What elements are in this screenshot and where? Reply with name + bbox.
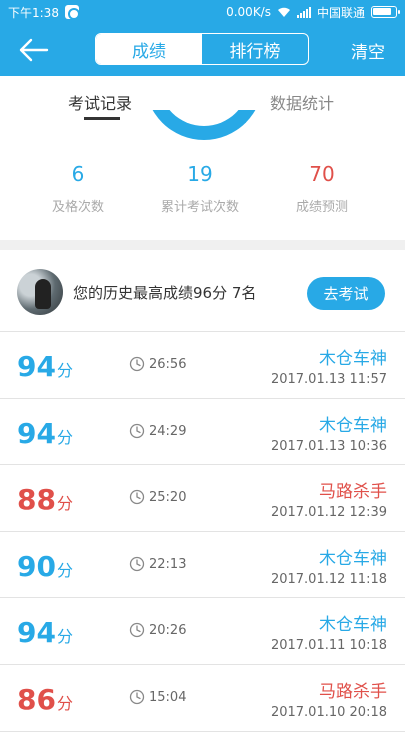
avatar bbox=[17, 269, 63, 315]
clock-icon bbox=[129, 556, 145, 571]
signal-icon bbox=[296, 6, 311, 18]
stat-label: 成绩预测 bbox=[295, 200, 348, 215]
stat-score-prediction: 70 成绩预测 bbox=[262, 162, 382, 215]
status-bar: 下午1:38 0.00K/s 中国联通 bbox=[0, 0, 405, 24]
carrier-name: 中国联通 bbox=[316, 5, 365, 20]
network-speed: 0.00K/s bbox=[226, 5, 271, 19]
record-score: 86分 bbox=[17, 683, 73, 716]
record-duration: 22:13 bbox=[149, 556, 187, 572]
back-arrow-icon[interactable] bbox=[18, 36, 50, 64]
stat-value: 19 bbox=[187, 162, 213, 186]
score-gauge-arc bbox=[145, 110, 263, 140]
record-title: 木仓车神 bbox=[319, 349, 387, 369]
record-duration: 20:26 bbox=[149, 623, 187, 639]
record-title: 木仓车神 bbox=[319, 615, 387, 636]
score-value: 94 bbox=[17, 616, 56, 650]
tab-statistics[interactable]: 数据统计 bbox=[270, 90, 334, 114]
score-value: 88 bbox=[17, 483, 56, 517]
battery-icon bbox=[371, 6, 400, 18]
status-time: 下午1:38 bbox=[8, 5, 59, 20]
score-value: 94 bbox=[17, 350, 56, 383]
score-unit: 分 bbox=[56, 494, 73, 514]
record-title: 木仓车神 bbox=[319, 415, 387, 436]
list-item[interactable]: 94分 26:56 木仓车神 2017.01.13 11:57 bbox=[0, 332, 405, 399]
record-title: 马路杀手 bbox=[319, 681, 387, 702]
record-score: 88分 bbox=[17, 483, 73, 516]
best-score-text: 您的历史最高成绩96分 7名 bbox=[73, 284, 257, 302]
clock-icon bbox=[129, 423, 145, 438]
app-notification-icon bbox=[64, 5, 80, 20]
list-item[interactable]: 90分 22:13 木仓车神 2017.01.12 11:18 bbox=[0, 532, 405, 599]
clear-button[interactable]: 清空 bbox=[351, 38, 385, 63]
score-value: 86 bbox=[17, 682, 56, 716]
record-datetime: 2017.01.12 12:39 bbox=[270, 505, 387, 521]
section-divider bbox=[0, 240, 405, 250]
clock-icon bbox=[129, 356, 145, 372]
record-score: 94分 bbox=[17, 417, 73, 450]
record-datetime: 2017.01.13 10:36 bbox=[270, 438, 387, 454]
stat-label: 及格次数 bbox=[51, 200, 104, 215]
score-unit: 分 bbox=[56, 693, 73, 713]
clock-icon bbox=[129, 623, 145, 638]
record-datetime: 2017.01.12 11:18 bbox=[270, 571, 387, 587]
score-unit: 分 bbox=[56, 427, 73, 447]
record-title: 马路杀手 bbox=[319, 482, 387, 503]
wifi-icon bbox=[277, 7, 290, 17]
tab-scores[interactable]: 成绩 bbox=[96, 34, 202, 64]
stats-summary: 6 及格次数 19 累计考试次数 70 成绩预测 bbox=[0, 162, 405, 232]
stat-total-exams: 19 累计考试次数 bbox=[140, 162, 260, 215]
segmented-control: 成绩 排行榜 bbox=[95, 33, 309, 65]
score-unit: 分 bbox=[56, 560, 73, 580]
record-duration: 15:04 bbox=[149, 689, 187, 705]
list-item[interactable]: 86分 15:04 马路杀手 2017.01.10 20:18 bbox=[0, 665, 405, 732]
record-datetime: 2017.01.10 20:18 bbox=[270, 704, 387, 720]
score-value: 94 bbox=[17, 416, 56, 450]
tab-leaderboard[interactable]: 排行榜 bbox=[202, 34, 308, 64]
list-item[interactable]: 94分 24:29 木仓车神 2017.01.13 10:36 bbox=[0, 399, 405, 466]
stat-label: 累计考试次数 bbox=[160, 200, 239, 215]
record-datetime: 2017.01.13 11:57 bbox=[270, 372, 387, 387]
record-title: 木仓车神 bbox=[319, 548, 387, 569]
record-score: 90分 bbox=[17, 550, 73, 583]
list-item[interactable]: 88分 25:20 马路杀手 2017.01.12 12:39 bbox=[0, 465, 405, 532]
best-score-banner: 您的历史最高成绩96分 7名 去考试 bbox=[0, 250, 405, 332]
stat-value: 6 bbox=[71, 162, 85, 186]
navigation-bar: 成绩 排行榜 清空 bbox=[0, 24, 405, 76]
stat-value: 70 bbox=[309, 162, 335, 186]
list-item[interactable]: 94分 20:26 木仓车神 2017.01.11 10:18 bbox=[0, 598, 405, 665]
record-score: 94分 bbox=[17, 616, 73, 649]
active-tab-indicator bbox=[84, 117, 120, 120]
record-duration: 24:29 bbox=[149, 423, 187, 439]
clock-icon bbox=[129, 689, 145, 705]
score-unit: 分 bbox=[56, 361, 73, 380]
exam-record-list: 94分 26:56 木仓车神 2017.01.13 11:57 94分 24:29 木仓车神… bbox=[0, 332, 405, 732]
tab-exam-records[interactable]: 考试记录 bbox=[68, 90, 132, 114]
stat-pass-count: 6 及格次数 bbox=[18, 162, 138, 215]
score-unit: 分 bbox=[56, 627, 73, 647]
clock-icon bbox=[129, 490, 145, 505]
record-duration: 26:56 bbox=[149, 357, 187, 372]
record-datetime: 2017.01.11 10:18 bbox=[270, 638, 387, 654]
record-duration: 25:20 bbox=[149, 490, 187, 506]
record-score: 94分 bbox=[17, 350, 73, 383]
take-exam-button[interactable]: 去考试 bbox=[307, 277, 385, 310]
score-value: 90 bbox=[17, 549, 56, 583]
